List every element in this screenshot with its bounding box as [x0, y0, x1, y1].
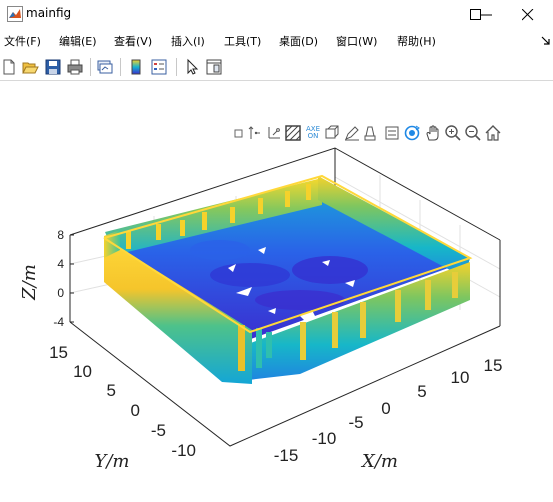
x-tick-label: 0: [381, 399, 390, 418]
z-tick-label: 0: [57, 286, 64, 300]
x-tick-label: 10: [451, 368, 470, 387]
x-tick-label: -5: [348, 413, 363, 432]
z-axis: 8 4 0 -4 Z/m: [19, 228, 74, 329]
x-axis-label: X/m: [360, 451, 398, 472]
z-tick-label: -4: [53, 315, 64, 329]
z-tick-label: 8: [57, 228, 64, 242]
x-axis: -15 -10 -5 0 5 10 15 X/m: [274, 356, 503, 472]
y-tick-label: 15: [49, 343, 68, 362]
plot-area[interactable]: 8 4 0 -4 Z/m 15 10 5 0 -5 -10 Y/m -15 -1…: [0, 0, 553, 502]
y-tick-label: 0: [131, 401, 140, 420]
x-tick-label: 15: [484, 356, 503, 375]
y-axis-label: Y/m: [94, 451, 129, 472]
z-tick-label: 4: [57, 257, 64, 271]
y-tick-label: -5: [151, 421, 166, 440]
z-axis-label: Z/m: [19, 264, 40, 301]
x-tick-label: -15: [274, 446, 299, 465]
y-tick-label: 10: [73, 362, 92, 381]
x-tick-label: -10: [312, 429, 337, 448]
y-tick-label: 5: [107, 381, 116, 400]
x-tick-label: 5: [417, 382, 426, 401]
y-tick-label: -10: [171, 441, 196, 460]
